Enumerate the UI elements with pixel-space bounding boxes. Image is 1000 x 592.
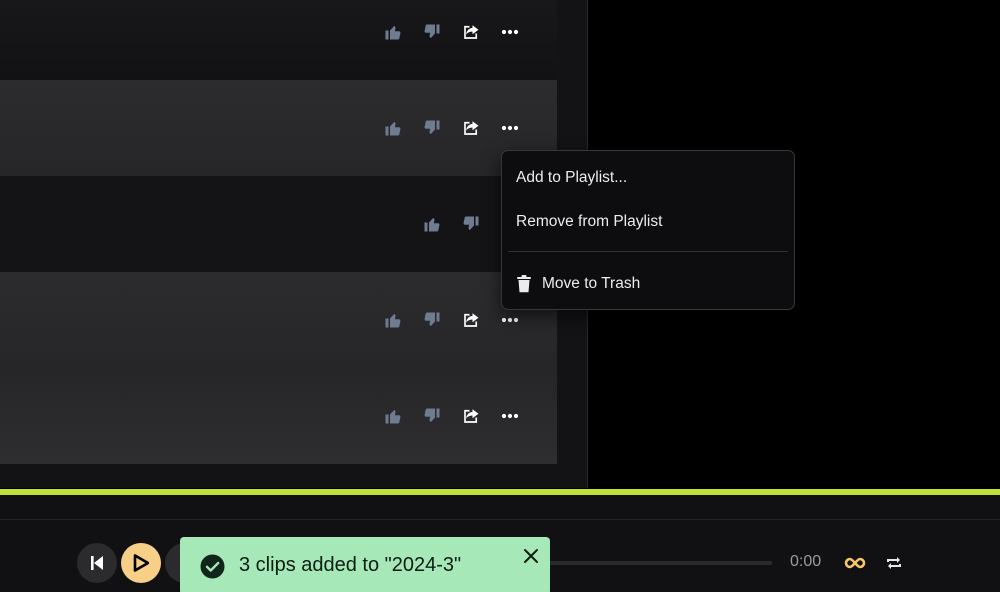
add-to-playlist-label: Add to Playlist...	[516, 169, 628, 186]
thumbs-up-icon[interactable]	[421, 213, 443, 235]
toast-message: 3 clips added to "2024-3"	[239, 554, 462, 576]
context-menu: Add to Playlist... Remove from Playlist …	[501, 150, 795, 310]
infinite-loop-icon[interactable]	[843, 551, 867, 575]
thumbs-up-icon[interactable]	[382, 117, 404, 139]
previous-track-button[interactable]	[77, 543, 117, 583]
clip-actions	[382, 117, 521, 139]
toast-notification: 3 clips added to "2024-3"	[180, 537, 550, 592]
seek-bar[interactable]	[548, 561, 772, 565]
thumbs-down-icon[interactable]	[421, 309, 443, 331]
clip-row[interactable]	[0, 0, 557, 80]
clip-row[interactable]	[0, 80, 557, 176]
clip-actions	[382, 309, 521, 331]
more-icon[interactable]	[499, 405, 521, 427]
remove-from-playlist-label: Remove from Playlist	[516, 213, 663, 230]
clip-list	[0, 0, 588, 488]
more-icon[interactable]	[499, 309, 521, 331]
thumbs-up-icon[interactable]	[382, 405, 404, 427]
move-to-trash-label: Move to Trash	[542, 275, 641, 292]
thumbs-down-icon[interactable]	[421, 21, 443, 43]
play-button[interactable]	[121, 543, 161, 583]
clip-row[interactable]	[0, 272, 557, 368]
add-to-playlist-menu-item[interactable]: Add to Playlist...	[516, 163, 780, 193]
thumbs-down-icon[interactable]	[421, 117, 443, 139]
thumbs-up-icon[interactable]	[382, 309, 404, 331]
share-icon[interactable]	[460, 309, 482, 331]
clip-actions	[382, 21, 521, 43]
thumbs-up-icon[interactable]	[382, 21, 404, 43]
share-icon[interactable]	[460, 21, 482, 43]
clip-actions	[382, 405, 521, 427]
menu-divider	[508, 251, 788, 252]
share-icon[interactable]	[460, 117, 482, 139]
remove-from-playlist-menu-item[interactable]: Remove from Playlist	[516, 207, 780, 237]
move-to-trash-menu-item[interactable]: Move to Trash	[516, 269, 780, 299]
clip-row[interactable]	[0, 368, 557, 464]
share-icon[interactable]	[460, 405, 482, 427]
current-time: 0:00	[790, 553, 822, 570]
thumbs-down-icon[interactable]	[460, 213, 482, 235]
app-window: Add to Playlist... Remove from Playlist …	[0, 0, 1000, 592]
more-icon[interactable]	[499, 117, 521, 139]
close-icon[interactable]	[521, 546, 541, 566]
more-icon[interactable]	[499, 21, 521, 43]
trash-icon	[516, 275, 532, 293]
player-divider	[0, 519, 1000, 520]
repeat-icon[interactable]	[883, 552, 905, 574]
clip-row[interactable]	[0, 176, 557, 272]
thumbs-down-icon[interactable]	[421, 405, 443, 427]
check-circle-icon	[200, 554, 225, 579]
